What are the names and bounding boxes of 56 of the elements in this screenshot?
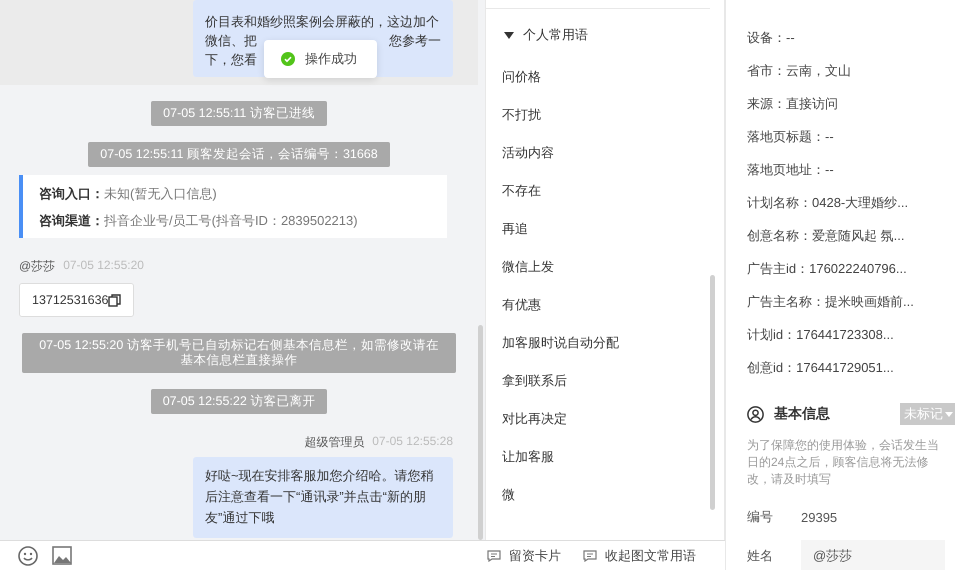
- source-info-line: 创意id：176441729051...: [747, 358, 895, 376]
- image-icon[interactable]: [52, 546, 72, 566]
- source-info-line: 计划id：176441723308...: [747, 326, 895, 344]
- source-info-line: 落地页标题：--: [747, 128, 835, 146]
- info-row-text: 咨询渠道：抖音企业号/员工号(抖音号ID：2839502213): [39, 212, 359, 230]
- phrase-item[interactable]: 活动内容: [486, 134, 710, 172]
- scrollbar-thumb[interactable]: [478, 325, 483, 540]
- toolbar-action[interactable]: 收起图文常用语: [583, 546, 696, 564]
- source-info-line: 设备：--: [747, 28, 796, 46]
- phrase-item[interactable]: 加客服时说自动分配: [486, 324, 710, 362]
- sender-name: 超级管理员: [304, 434, 364, 451]
- phrase-item[interactable]: 有优惠: [486, 286, 710, 324]
- user-icon: [747, 406, 764, 422]
- phrase-item[interactable]: 问价格: [486, 58, 710, 96]
- phrase-item[interactable]: 拿到联系后: [486, 362, 710, 400]
- source-info-line: 省市：云南，文山: [747, 62, 852, 80]
- name-input[interactable]: @莎莎: [801, 540, 945, 570]
- notice-text: 为了保障您的使用体验，会话发生当日的24点之后，顾客信息将无法修改，请及时填写: [747, 437, 940, 488]
- source-info-line: 广告主id：176022240796...: [747, 260, 908, 278]
- message-time: 07-05 12:55:20: [63, 258, 144, 274]
- field-label: 编号: [747, 508, 773, 526]
- caret-icon: [945, 412, 953, 416]
- phone-message: 13712531636: [19, 283, 134, 317]
- message-icon: [487, 550, 501, 562]
- phrase-item[interactable]: 对比再决定: [486, 400, 710, 438]
- field-value: 29395: [801, 510, 838, 524]
- field-label: 姓名: [747, 546, 773, 564]
- system-notice: 07-05 12:55:20 访客手机号已自动标记右侧基本信息栏，如需修改请在基本信息栏直接操作: [22, 333, 456, 373]
- scrollbar-thumb[interactable]: [710, 275, 715, 510]
- toast: 操作成功: [264, 40, 377, 78]
- phrase-item[interactable]: 再追: [486, 210, 710, 248]
- message-icon: [583, 550, 597, 562]
- phrase-group-toggle[interactable]: 个人常用语: [504, 26, 710, 44]
- info-row-text: 咨询入口：未知(暂无入口信息): [39, 185, 218, 203]
- section-title: 基本信息: [774, 405, 831, 423]
- system-notice: 07-05 12:55:11 顾客发起会话，会话编号：31668: [88, 142, 390, 167]
- success-icon: [281, 52, 295, 66]
- source-info-line: 来源：直接访问: [747, 94, 839, 112]
- source-info-line: 落地页地址：--: [747, 160, 835, 178]
- system-notice: 07-05 12:55:22 访客已离开: [150, 389, 328, 414]
- phrase-item[interactable]: 微信上发: [486, 248, 710, 286]
- sender-name: @莎莎: [19, 258, 56, 275]
- source-info-line: 计划名称：0428-大理婚纱...: [747, 194, 910, 212]
- system-notice: 07-05 12:55:11 访客已进线: [151, 101, 327, 126]
- phrase-item[interactable]: 不打扰: [486, 96, 710, 134]
- message-bubble: 好哒~现在安排客服加您介绍哈。请您稍后注意查看一下“通讯录”并点击“新的朋友”通过下哦: [193, 457, 453, 538]
- phrase-item[interactable]: 微: [486, 476, 710, 514]
- phrase-item[interactable]: 让加客服: [486, 438, 710, 476]
- source-info-line: 创意名称：爱意随风起 氛...: [747, 226, 906, 244]
- source-info-line: 广告主名称：提米映画婚前...: [747, 292, 915, 310]
- toolbar-action[interactable]: 留资卡片: [487, 546, 561, 564]
- phrase-item[interactable]: 不存在: [486, 172, 710, 210]
- caret-icon: [504, 32, 514, 38]
- emoji-icon[interactable]: [18, 546, 38, 566]
- message-time: 07-05 12:55:28: [372, 434, 453, 450]
- copy-icon[interactable]: [108, 294, 122, 306]
